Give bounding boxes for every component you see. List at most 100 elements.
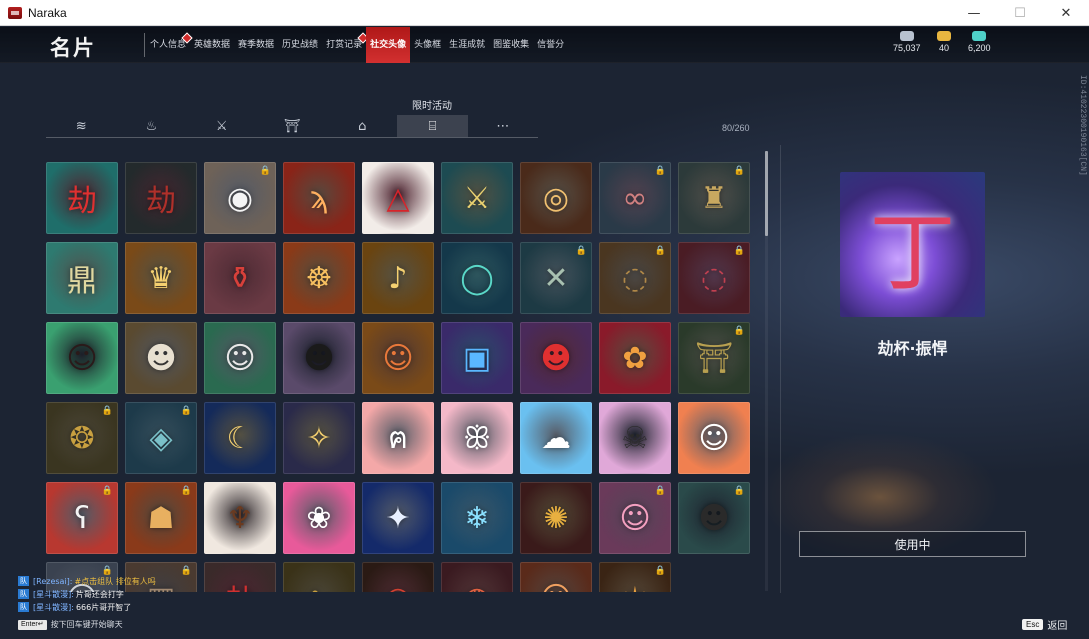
my-melody-avatar[interactable]: ꕥ: [441, 402, 513, 474]
lucky-cat-avatar[interactable]: ☺: [678, 402, 750, 474]
arcade-cabinet-avatar[interactable]: ▣: [441, 322, 513, 394]
in-use-button[interactable]: 使用中: [799, 531, 1026, 557]
mask-warrior-avatar[interactable]: ☗ 🔒: [125, 482, 197, 554]
category-tab-5[interactable]: ⌸: [397, 115, 468, 137]
category-tab-4[interactable]: ⌂: [327, 115, 397, 137]
avatar-art: ☻: [145, 340, 177, 376]
tab-8[interactable]: 图鉴收集: [489, 27, 533, 63]
ice-blade-avatar[interactable]: ❄: [441, 482, 513, 554]
back-button[interactable]: Esc 返回: [1022, 617, 1067, 632]
golden-seal-avatar[interactable]: ❂ 🔒: [46, 402, 118, 474]
chat-user[interactable]: [星斗散漫]:: [33, 589, 74, 600]
close-button[interactable]: ✕: [1043, 0, 1089, 26]
tab-9[interactable]: 信誉分: [533, 27, 568, 63]
moon-orb-avatar[interactable]: ☾: [204, 402, 276, 474]
tab-5[interactable]: 社交头像: [366, 27, 411, 63]
chat-hint[interactable]: Enter↵ 按下回车键开始聊天: [18, 619, 123, 630]
chat-log: 队 [Rezesai]: #点击组队 排位有人吗队 [星斗散漫]: 片哥还会打字队 [星斗…: [18, 575, 398, 614]
kuromi-avatar[interactable]: ☠: [599, 402, 671, 474]
hello-kitty-avatar[interactable]: ฅ: [362, 402, 434, 474]
red-vase-avatar[interactable]: ⚱: [204, 242, 276, 314]
dark-haired-woman-avatar[interactable]: ☻: [283, 322, 355, 394]
blue-dragon-mask-avatar[interactable]: ✦: [362, 482, 434, 554]
lock-icon: 🔒: [733, 166, 745, 176]
chat-user[interactable]: [星斗散漫]:: [33, 602, 74, 613]
gift-box-icon: ⛩: [283, 118, 301, 134]
tab-0[interactable]: 个人信息: [146, 27, 193, 63]
red-haired-woman-avatar[interactable]: ☺: [362, 322, 434, 394]
red-triangle-emblem-avatar[interactable]: △: [362, 162, 434, 234]
category-tab-6[interactable]: ⋯: [468, 115, 538, 137]
jade-ring-avatar[interactable]: ◯: [441, 242, 513, 314]
crystal-flame-avatar[interactable]: ✧: [283, 402, 355, 474]
anime-girl-avatar[interactable]: ☺: [46, 322, 118, 394]
chat-channel: 队: [18, 589, 29, 599]
green-haired-girl-avatar[interactable]: ☻ 🔒: [678, 482, 750, 554]
lock-icon: 🔒: [733, 326, 745, 336]
currency-gem: 6,200: [968, 31, 991, 53]
red-gift-bow-avatar[interactable]: ✿: [599, 322, 671, 394]
red-calligraphy-avatar[interactable]: 劫: [46, 162, 118, 234]
avatar-art: ✿: [622, 340, 648, 376]
golden-dragon-avatar[interactable]: ✶🔒: [599, 562, 671, 592]
bronze-totem-avatar[interactable]: ♆: [204, 482, 276, 554]
tab-3[interactable]: 历史战绩: [278, 27, 322, 63]
feather-gem-icon: [972, 31, 987, 41]
avatar-grid-viewport[interactable]: 劫劫 ◉ 🔒 ϡ △ ⚔ ◎ ∞ 🔒 ♜ 🔒 鼎 ♛ ⚱ ☸ ♪ ◯ ✕ 🔒 ◌ 🔒 ◌ 🔒 ☺ ☻ ☺ ☻ ☺ ▣ ☻ ✿ ⛩ 🔒 ❂ 🔒 ◈ 🔒 ☾ ✧…: [46, 162, 756, 592]
avatar-art: ◯: [460, 260, 494, 296]
silver-haired-woman-avatar[interactable]: ☺: [204, 322, 276, 394]
category-tab-0[interactable]: ≋: [46, 115, 116, 137]
avatar-art: ☺: [224, 340, 256, 376]
pink-haired-warrior-avatar[interactable]: ☺ 🔒: [599, 482, 671, 554]
red-lantern-avatar[interactable]: ◍: [441, 562, 513, 592]
golden-swirl-avatar[interactable]: ◌ 🔒: [599, 242, 671, 314]
golden-sword-avatar[interactable]: ⚔: [441, 162, 513, 234]
rabbit-lion-avatar[interactable]: ❀: [283, 482, 355, 554]
polar-bear-avatar[interactable]: ʕ 🔒: [46, 482, 118, 554]
sunglasses-avatar[interactable]: ∞ 🔒: [599, 162, 671, 234]
tab-6[interactable]: 头像框: [410, 27, 445, 63]
scrollbar-thumb[interactable]: [765, 151, 768, 236]
golden-pipa-avatar[interactable]: ♪: [362, 242, 434, 314]
tab-7[interactable]: 生涯成就: [445, 27, 489, 63]
golden-pavilion-avatar[interactable]: ⛩ 🔒: [678, 322, 750, 394]
avatar-art: ☁: [541, 420, 571, 456]
crimson-swirl-avatar[interactable]: ◌ 🔒: [678, 242, 750, 314]
golden-crown-avatar[interactable]: ♛: [125, 242, 197, 314]
white-haired-witcher-avatar[interactable]: ☻: [125, 322, 197, 394]
currency-silver: 75,037: [893, 31, 921, 53]
tab-4[interactable]: 打赏记录: [322, 27, 369, 63]
cinnamoroll-avatar[interactable]: ☁: [520, 402, 592, 474]
tab-1[interactable]: 英雄数据: [190, 27, 234, 63]
avatar-art: ◍: [442, 563, 512, 593]
category-tab-1[interactable]: ♨: [116, 115, 186, 137]
minimize-button[interactable]: —: [951, 0, 997, 26]
chat-channel: 队: [18, 576, 29, 586]
esc-key-icon: Esc: [1022, 619, 1044, 630]
dark-red-calligraphy-avatar[interactable]: 劫: [125, 162, 197, 234]
lock-icon: 🔒: [180, 406, 192, 416]
blue-diamond-avatar[interactable]: ◈ 🔒: [125, 402, 197, 474]
golden-crane-avatar[interactable]: ♜ 🔒: [678, 162, 750, 234]
preview-emblem: 丁: [869, 203, 956, 303]
chat-message: 片哥还会打字: [75, 589, 124, 599]
back-label: 返回: [1047, 621, 1068, 632]
red-haired-fighter-avatar[interactable]: ☻: [520, 322, 592, 394]
compass-emblem-avatar[interactable]: ☸: [283, 242, 355, 314]
crossed-swords-avatar[interactable]: ✕ 🔒: [520, 242, 592, 314]
window-title: Naraka: [28, 5, 67, 20]
bronze-cauldron-avatar[interactable]: 鼎: [46, 242, 118, 314]
category-tab-3[interactable]: ⛩: [257, 115, 327, 137]
tab-2[interactable]: 赛季数据: [234, 27, 278, 63]
flame-emblem-avatar[interactable]: ϡ: [283, 162, 355, 234]
golden-dragon-ring-avatar[interactable]: ◎: [520, 162, 592, 234]
chat-user[interactable]: [Rezesai]:: [33, 577, 72, 586]
chat-line: 队 [Rezesai]: #点击组队 排位有人吗: [18, 575, 398, 587]
golden-demon-mask-avatar[interactable]: ✺: [520, 482, 592, 554]
category-tab-2[interactable]: ⚔: [187, 115, 257, 137]
avatar-grid: 劫劫 ◉ 🔒 ϡ △ ⚔ ◎ ∞ 🔒 ♜ 🔒 鼎 ♛ ⚱ ☸ ♪ ◯ ✕ 🔒 ◌ 🔒 ◌ 🔒 ☺ ☻ ☺ ☻ ☺ ▣ ☻ ✿ ⛩ 🔒 ❂ 🔒 ◈ 🔒 ☾ ✧…: [46, 162, 756, 592]
panda-avatar[interactable]: ◉ 🔒: [204, 162, 276, 234]
fox-mask-avatar[interactable]: ☺: [520, 562, 592, 592]
lock-icon: 🔒: [654, 486, 666, 496]
maximize-button[interactable]: ☐: [997, 0, 1043, 26]
